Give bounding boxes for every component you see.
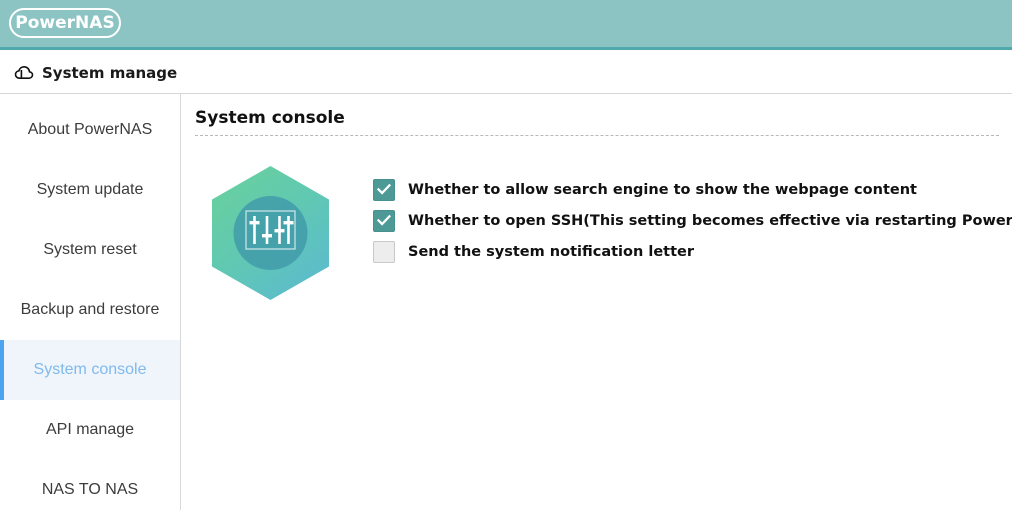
sidebar-item-label: System console <box>33 361 147 378</box>
console-sliders-icon <box>198 160 343 305</box>
title-divider <box>195 135 999 136</box>
sidebar-item-label: System update <box>36 181 144 198</box>
sidebar-item-system-update[interactable]: System update <box>0 160 180 220</box>
checkbox-send-notification-letter[interactable] <box>373 240 395 263</box>
brand-header-bar: PowerNAS <box>0 0 1012 50</box>
option-label-open-ssh: Whether to open SSH(This setting becomes… <box>408 212 1012 229</box>
option-label-allow-search-engine: Whether to allow search engine to show t… <box>408 181 917 198</box>
cloud-icon <box>14 65 34 81</box>
sidebar-item-label: API manage <box>45 421 135 438</box>
sidebar-item-api-manage[interactable]: API manage <box>0 400 180 460</box>
sidebar-item-label: About PowerNAS <box>27 121 153 138</box>
sidebar-item-system-reset[interactable]: System reset <box>0 220 180 280</box>
sidebar-item-nas-to-nas[interactable]: NAS TO NAS <box>0 460 180 510</box>
powernas-logo[interactable]: PowerNAS <box>9 8 121 38</box>
checkbox-open-ssh[interactable] <box>373 209 395 232</box>
sidebar-item-about-powernas[interactable]: About PowerNAS <box>0 100 180 160</box>
sidebar-item-label: Backup and restore <box>20 301 160 318</box>
sidebar-item-backup-and-restore[interactable]: Backup and restore <box>0 280 180 340</box>
app-window: PowerNAS System manage About PowerNAS Sy… <box>0 0 1012 510</box>
powernas-logo-text: PowerNAS <box>15 12 115 33</box>
sidebar-nav: About PowerNAS System update System rese… <box>0 94 181 510</box>
breadcrumb-label: System manage <box>42 64 178 82</box>
option-row-open-ssh: Whether to open SSH(This setting becomes… <box>373 205 1012 236</box>
console-options-list: Whether to allow search engine to show t… <box>373 174 1012 267</box>
checkbox-allow-search-engine[interactable] <box>373 178 395 201</box>
sidebar-item-label: NAS TO NAS <box>41 481 139 498</box>
sidebar-item-label: System reset <box>43 241 137 258</box>
sidebar-item-system-console[interactable]: System console <box>0 340 180 400</box>
option-row-allow-search-engine: Whether to allow search engine to show t… <box>373 174 1012 205</box>
option-row-send-notification-letter: Send the system notification letter <box>373 236 1012 267</box>
option-label-send-notification-letter: Send the system notification letter <box>408 243 694 260</box>
breadcrumb: System manage <box>0 53 1012 94</box>
page-title: System console <box>195 108 345 128</box>
main-content: System console Whether to allow search e… <box>182 94 1012 510</box>
